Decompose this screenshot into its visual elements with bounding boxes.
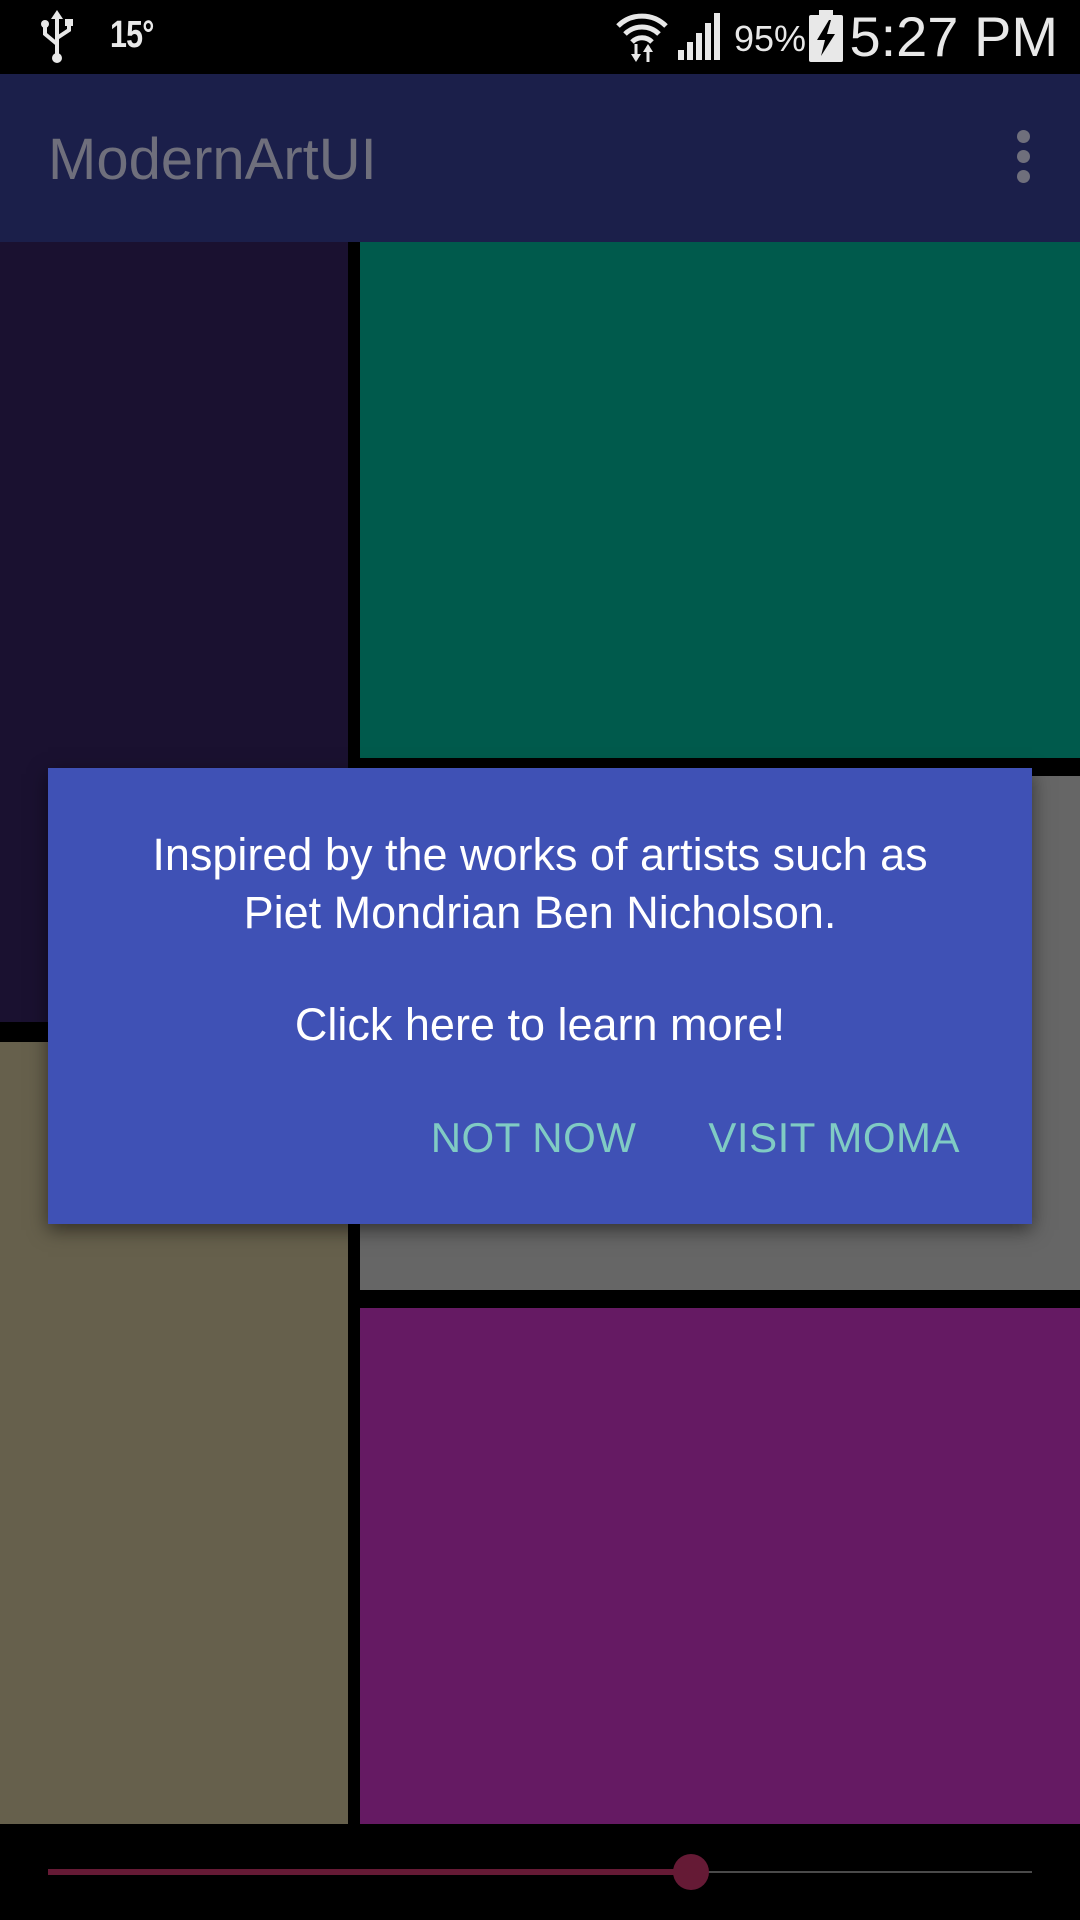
more-vert-icon[interactable] <box>1008 130 1038 186</box>
signal-icon <box>678 13 720 60</box>
clock-text: 5:27 PM <box>849 5 1058 68</box>
battery-charging-icon <box>809 10 843 62</box>
panel-bottom-right <box>360 1308 1080 1824</box>
slider-fill <box>48 1869 691 1875</box>
usb-icon <box>41 10 73 63</box>
color-slider[interactable] <box>48 1824 1032 1920</box>
dialog-actions: NOT NOW VISIT MOMA <box>431 1114 960 1162</box>
not-now-button[interactable]: NOT NOW <box>431 1114 637 1162</box>
dialog-line-1: Inspired by the works of artists such as <box>152 829 928 880</box>
screen: 15° 95% 5:27 PM ModernArtUI Inspired by … <box>0 0 1080 1920</box>
wifi-icon <box>616 13 668 62</box>
dialog-message[interactable]: Inspired by the works of artists such as… <box>78 826 1002 1054</box>
battery-percent-text: 95% <box>734 18 807 59</box>
visit-moma-button[interactable]: VISIT MOMA <box>708 1114 960 1162</box>
temperature-text: 15° <box>110 14 154 56</box>
dialog-line-3: Click here to learn more! <box>294 999 786 1050</box>
status-bar: 15° 95% 5:27 PM <box>0 0 1080 74</box>
info-dialog: Inspired by the works of artists such as… <box>48 768 1032 1224</box>
app-bar: ModernArtUI <box>0 74 1080 242</box>
app-title: ModernArtUI <box>48 127 377 192</box>
dialog-line-2: Piet Mondrian Ben Nicholson. <box>243 887 837 938</box>
slider-thumb[interactable] <box>672 1854 709 1890</box>
panel-top-right <box>360 242 1080 758</box>
